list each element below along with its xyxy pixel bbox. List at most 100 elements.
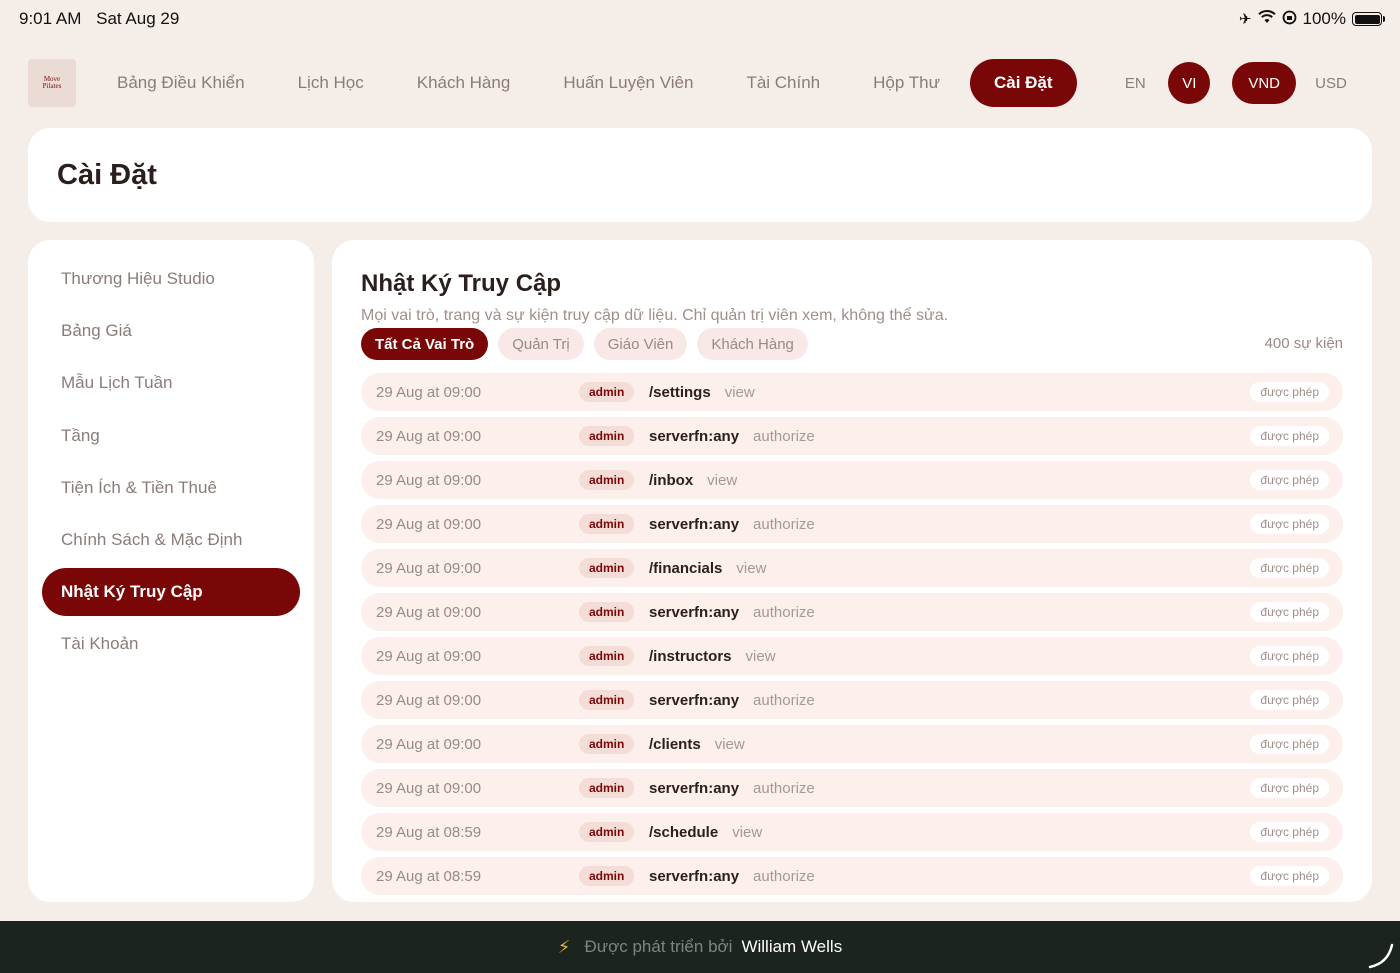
footer-author-link[interactable]: William Wells bbox=[741, 937, 842, 957]
log-row[interactable]: 29 Aug at 08:59 admin/schedule view được ph… bbox=[361, 813, 1343, 851]
sidebar-item-pricing[interactable]: Bảng Giá bbox=[42, 307, 300, 355]
logo-line-2: Pilates bbox=[42, 82, 62, 90]
nav-schedule[interactable]: Lịch Học bbox=[275, 59, 387, 107]
role-badge: admin bbox=[579, 778, 635, 798]
log-path: serverfn:any authorize bbox=[649, 780, 815, 797]
filter-all-roles[interactable]: Tất Cả Vai Trò bbox=[361, 328, 489, 360]
log-row[interactable]: 29 Aug at 09:00 admin serverfn:any authoriz… bbox=[361, 593, 1343, 631]
currency-usd-toggle[interactable]: USD bbox=[1310, 62, 1352, 104]
log-row[interactable]: 29 Aug at 09:00 admin/clients view được phé… bbox=[361, 725, 1343, 763]
status-badge: được phép bbox=[1250, 778, 1329, 798]
sidebar-item-access-log[interactable]: Nhật Ký Truy Cập bbox=[42, 568, 300, 617]
sidebar-item-policies-defaults[interactable]: Chính Sách & Mặc Định bbox=[42, 516, 300, 564]
role-badge: admin bbox=[579, 426, 635, 446]
log-row[interactable]: 29 Aug at 09:00 admin/instructors view được… bbox=[361, 637, 1343, 675]
section-subtitle: Mọi vai trò, trang và sự kiện truy cập d… bbox=[361, 307, 949, 324]
log-path-text: /inbox bbox=[649, 471, 694, 489]
status-badge: được phép bbox=[1250, 690, 1329, 710]
log-action: view bbox=[707, 471, 738, 489]
log-action: authorize bbox=[753, 691, 815, 709]
log-time: 29 Aug at 08:59 bbox=[376, 867, 482, 885]
log-path-text: serverfn:any bbox=[649, 603, 740, 621]
log-action: view bbox=[732, 823, 763, 841]
log-time: 29 Aug at 09:00 bbox=[376, 647, 482, 665]
page-header: Cài Đặt bbox=[28, 128, 1372, 222]
log-path: serverfn:any authorize bbox=[649, 516, 815, 533]
filter-admin[interactable]: Quản Trị bbox=[498, 328, 584, 360]
log-row[interactable]: 29 Aug at 08:59 admin serverfn:any authoriz… bbox=[361, 857, 1343, 895]
status-badge: được phép bbox=[1250, 470, 1329, 490]
log-path-text: /instructors bbox=[649, 647, 732, 665]
log-path: /clients view bbox=[649, 736, 745, 753]
role-badge: admin bbox=[579, 822, 635, 842]
log-time: 29 Aug at 09:00 bbox=[376, 559, 482, 577]
log-path-text: serverfn:any bbox=[649, 867, 740, 885]
log-path: serverfn:any authorize bbox=[649, 604, 815, 621]
log-time: 29 Aug at 09:00 bbox=[376, 427, 482, 445]
lang-en-toggle[interactable]: EN bbox=[1114, 62, 1156, 104]
log-action: authorize bbox=[753, 779, 815, 797]
log-path-text: serverfn:any bbox=[649, 779, 740, 797]
log-path: serverfn:any authorize bbox=[649, 428, 815, 445]
log-row[interactable]: 29 Aug at 09:00 admin serverfn:any authoriz… bbox=[361, 417, 1343, 455]
log-action: authorize bbox=[753, 603, 815, 621]
studio-logo[interactable]: Move Pilates bbox=[28, 59, 76, 107]
nav-instructors[interactable]: Huấn Luyện Viên bbox=[540, 59, 716, 107]
log-path: /instructors view bbox=[649, 648, 776, 665]
currency-vnd-toggle[interactable]: VND bbox=[1232, 62, 1296, 104]
sidebar-item-weekly-template[interactable]: Mẫu Lịch Tuần bbox=[42, 359, 300, 407]
event-count: 400 sự kiện bbox=[1264, 335, 1343, 352]
log-path: /settings view bbox=[649, 384, 755, 401]
log-time: 29 Aug at 09:00 bbox=[376, 383, 482, 401]
filter-client[interactable]: Khách Hàng bbox=[697, 328, 808, 360]
log-path-text: /schedule bbox=[649, 823, 719, 841]
log-path: serverfn:any authorize bbox=[649, 692, 815, 709]
log-row[interactable]: 29 Aug at 09:00 admin serverfn:any authoriz… bbox=[361, 505, 1343, 543]
status-badge: được phép bbox=[1250, 866, 1329, 886]
log-path-text: serverfn:any bbox=[649, 515, 740, 533]
top-nav: Move Pilates Bảng Điều Khiển Lịch Học Khá… bbox=[28, 59, 1372, 107]
log-action: view bbox=[736, 559, 767, 577]
log-time: 29 Aug at 09:00 bbox=[376, 603, 482, 621]
status-badge: được phép bbox=[1250, 602, 1329, 622]
status-bar: 9:01 AM Sat Aug 29 ✈ 100% bbox=[0, 0, 1400, 38]
nav-inbox[interactable]: Hộp Thư bbox=[850, 59, 963, 107]
wifi-icon bbox=[1257, 10, 1276, 28]
nav-dashboard[interactable]: Bảng Điều Khiển bbox=[94, 59, 268, 107]
footer: ⚡ Được phát triển bởi William Wells bbox=[0, 921, 1400, 973]
log-row[interactable]: 29 Aug at 09:00 admin/inbox view được phép bbox=[361, 461, 1343, 499]
role-badge: admin bbox=[579, 470, 635, 490]
footer-credit-text: Được phát triển bởi bbox=[584, 937, 733, 956]
log-path: serverfn:any authorize bbox=[649, 868, 815, 885]
role-badge: admin bbox=[579, 866, 635, 886]
log-row[interactable]: 29 Aug at 09:00 admin/financials view được … bbox=[361, 549, 1343, 587]
role-badge: admin bbox=[579, 602, 635, 622]
log-path: /inbox view bbox=[649, 472, 737, 489]
log-row[interactable]: 29 Aug at 09:00 admin/settings view được ph… bbox=[361, 373, 1343, 411]
sidebar-item-utilities-rent[interactable]: Tiện Ích & Tiền Thuê bbox=[42, 464, 300, 512]
log-row[interactable]: 29 Aug at 09:00 admin serverfn:any authoriz… bbox=[361, 681, 1343, 719]
log-path-text: serverfn:any bbox=[649, 691, 740, 709]
status-badge: được phép bbox=[1250, 382, 1329, 402]
log-row[interactable]: 29 Aug at 09:00 admin serverfn:any authoriz… bbox=[361, 769, 1343, 807]
filter-instructor[interactable]: Giáo Viên bbox=[593, 328, 688, 360]
nav-clients[interactable]: Khách Hàng bbox=[394, 59, 534, 107]
role-badge: admin bbox=[579, 558, 635, 578]
log-action: authorize bbox=[753, 867, 815, 885]
nav-settings[interactable]: Cài Đặt bbox=[969, 59, 1077, 107]
sidebar-item-studio-brand[interactable]: Thương Hiệu Studio bbox=[42, 255, 300, 303]
role-badge: admin bbox=[579, 382, 635, 402]
sidebar-item-floors[interactable]: Tầng bbox=[42, 412, 300, 460]
log-list: 29 Aug at 09:00 admin/settings view được ph… bbox=[361, 373, 1343, 895]
log-time: 29 Aug at 09:00 bbox=[376, 515, 482, 533]
status-badge: được phép bbox=[1250, 734, 1329, 754]
role-filters: Tất Cả Vai Trò Quản Trị Giáo Viên Khách … bbox=[361, 328, 1343, 360]
status-badge: được phép bbox=[1250, 822, 1329, 842]
sidebar-item-account[interactable]: Tài Khoản bbox=[42, 620, 300, 668]
status-badge: được phép bbox=[1250, 558, 1329, 578]
status-time: 9:01 AM bbox=[19, 9, 82, 28]
lang-vi-toggle[interactable]: VI bbox=[1168, 62, 1211, 104]
nav-finance[interactable]: Tài Chính bbox=[723, 59, 843, 107]
status-badge: được phép bbox=[1250, 514, 1329, 534]
log-time: 29 Aug at 09:00 bbox=[376, 691, 482, 709]
